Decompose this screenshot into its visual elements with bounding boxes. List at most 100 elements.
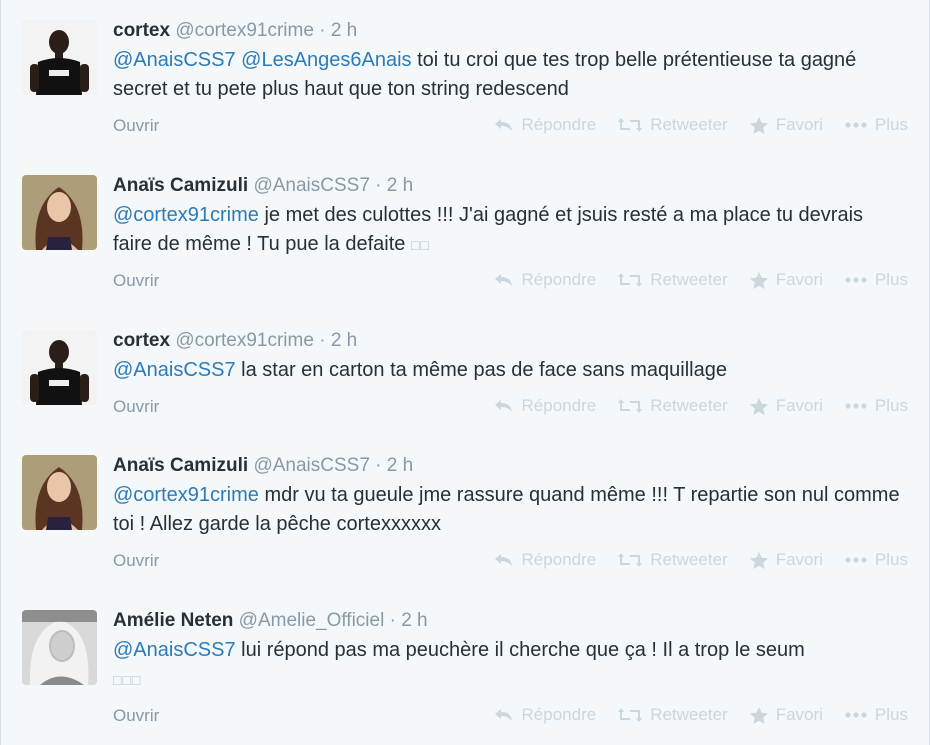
reply-label: Répondre — [521, 270, 597, 289]
retweet-label: Retweeter — [650, 115, 728, 134]
tweet-header: Amélie Neten @Amelie_Officiel · 2 h — [113, 609, 428, 633]
more-label: Plus — [874, 115, 908, 134]
avatar[interactable] — [22, 610, 97, 685]
reply-button[interactable]: Répondre — [494, 270, 597, 290]
more-label: Plus — [874, 705, 908, 724]
open-link[interactable]: Ouvrir — [113, 551, 159, 571]
favorite-button[interactable]: Favori — [749, 550, 823, 570]
author-name[interactable]: Amélie Neten — [113, 610, 233, 631]
retweet-icon — [618, 399, 643, 413]
tweet-header: Anaïs Camizuli @AnaisCSS7 · 2 h — [113, 174, 413, 198]
reply-button[interactable]: Répondre — [494, 550, 597, 570]
favorite-label: Favori — [775, 396, 823, 415]
timestamp[interactable]: 2 h — [387, 455, 413, 476]
mention-link[interactable]: @cortex91crime — [113, 204, 259, 226]
reply-icon — [494, 554, 512, 566]
more-dots-icon — [845, 277, 867, 283]
favorite-label: Favori — [775, 550, 823, 569]
avatar[interactable] — [22, 330, 97, 405]
reply-button[interactable]: Répondre — [494, 705, 596, 725]
tweet-header: cortex @cortex91crime · 2 h — [113, 329, 357, 353]
more-dots-icon — [845, 122, 867, 128]
tweet-text: @AnaisCSS7 @LesAnges6Anais toi tu croi q… — [113, 46, 903, 104]
separator-dot: · — [375, 175, 382, 196]
star-icon — [749, 551, 768, 569]
timestamp[interactable]: 2 h — [401, 610, 427, 631]
author-handle[interactable]: @cortex91crime — [175, 20, 314, 41]
favorite-button[interactable]: Favori — [749, 705, 823, 725]
more-label: Plus — [874, 396, 908, 415]
tweet-item[interactable]: Anaïs Camizuli @AnaisCSS7 · 2 h @cortex9… — [1, 156, 929, 312]
retweet-icon — [618, 118, 643, 132]
mention-link[interactable]: @AnaisCSS7 — [113, 49, 236, 71]
author-handle[interactable]: @Amelie_Officiel — [239, 610, 385, 631]
retweet-icon — [618, 273, 643, 287]
more-button[interactable]: Plus — [845, 270, 908, 290]
reply-icon — [494, 709, 512, 721]
more-button[interactable]: Plus — [845, 550, 908, 570]
author-name[interactable]: cortex — [113, 330, 170, 351]
retweet-button[interactable]: Retweeter — [618, 396, 728, 416]
favorite-button[interactable]: Favori — [749, 396, 823, 416]
timestamp[interactable]: 2 h — [331, 330, 357, 351]
retweet-button[interactable]: Retweeter — [618, 705, 728, 725]
open-link[interactable]: Ouvrir — [113, 116, 159, 136]
reply-button[interactable]: Répondre — [494, 115, 597, 135]
tweet-item[interactable]: cortex @cortex91crime · 2 h @AnaisCSS7 l… — [1, 311, 929, 438]
reply-button[interactable]: Répondre — [494, 396, 596, 416]
mention-link[interactable]: @AnaisCSS7 — [113, 359, 236, 381]
avatar[interactable] — [22, 20, 97, 95]
tweet-actions: Répondre Retweeter Favori Plus — [472, 704, 908, 726]
reply-label: Répondre — [521, 550, 597, 569]
avatar[interactable] — [22, 455, 97, 530]
author-handle[interactable]: @AnaisCSS7 — [253, 175, 369, 196]
mention-link[interactable]: @AnaisCSS7 — [113, 639, 236, 661]
retweet-button[interactable]: Retweeter — [618, 550, 728, 570]
favorite-button[interactable]: Favori — [749, 270, 823, 290]
more-label: Plus — [874, 270, 908, 289]
tweet-body: lui répond pas ma peuchère il cherche qu… — [241, 639, 805, 661]
retweet-label: Retweeter — [650, 550, 728, 569]
author-handle[interactable]: @AnaisCSS7 — [253, 455, 369, 476]
retweet-button[interactable]: Retweeter — [618, 270, 728, 290]
author-name[interactable]: Anaïs Camizuli — [113, 175, 248, 196]
avatar[interactable] — [22, 175, 97, 250]
open-link[interactable]: Ouvrir — [113, 397, 159, 417]
tweet-text: @cortex91crime mdr vu ta gueule jme rass… — [113, 481, 903, 539]
open-link[interactable]: Ouvrir — [113, 271, 159, 291]
more-button[interactable]: Plus — [845, 396, 908, 416]
retweet-icon — [618, 708, 643, 722]
retweet-label: Retweeter — [650, 396, 728, 415]
reply-label: Répondre — [521, 115, 597, 134]
separator-dot: · — [319, 20, 326, 41]
author-name[interactable]: cortex — [113, 20, 170, 41]
tweet-header: cortex @cortex91crime · 2 h — [113, 19, 357, 43]
star-icon — [749, 706, 768, 724]
tweet-item[interactable]: Amélie Neten @Amelie_Officiel · 2 h @Ana… — [1, 592, 929, 745]
tweet-timeline: cortex @cortex91crime · 2 h @AnaisCSS7 @… — [0, 0, 930, 745]
tweet-actions: Répondre Retweeter Favori Plus — [472, 269, 908, 291]
mention-link[interactable]: @LesAnges6Anais — [241, 49, 411, 71]
author-handle[interactable]: @cortex91crime — [175, 330, 314, 351]
tweet-text: @AnaisCSS7 lui répond pas ma peuchère il… — [113, 636, 903, 695]
tweet-item[interactable]: Anaïs Camizuli @AnaisCSS7 · 2 h @cortex9… — [1, 437, 929, 593]
favorite-button[interactable]: Favori — [749, 115, 823, 135]
mention-link[interactable]: @cortex91crime — [113, 484, 259, 506]
more-button[interactable]: Plus — [845, 705, 908, 725]
tweet-item[interactable]: cortex @cortex91crime · 2 h @AnaisCSS7 @… — [1, 0, 929, 157]
emoji-glyph: □□ — [410, 237, 430, 253]
reply-icon — [494, 119, 512, 131]
reply-icon — [494, 274, 512, 286]
star-icon — [749, 116, 768, 134]
open-link[interactable]: Ouvrir — [113, 706, 159, 726]
more-button[interactable]: Plus — [845, 115, 908, 135]
timestamp[interactable]: 2 h — [387, 175, 413, 196]
tweet-actions: Répondre Retweeter Favori Plus — [472, 549, 908, 571]
favorite-label: Favori — [775, 270, 823, 289]
retweet-label: Retweeter — [650, 270, 728, 289]
favorite-label: Favori — [775, 705, 823, 724]
author-name[interactable]: Anaïs Camizuli — [113, 455, 248, 476]
star-icon — [749, 271, 768, 289]
timestamp[interactable]: 2 h — [331, 20, 357, 41]
retweet-button[interactable]: Retweeter — [618, 115, 728, 135]
